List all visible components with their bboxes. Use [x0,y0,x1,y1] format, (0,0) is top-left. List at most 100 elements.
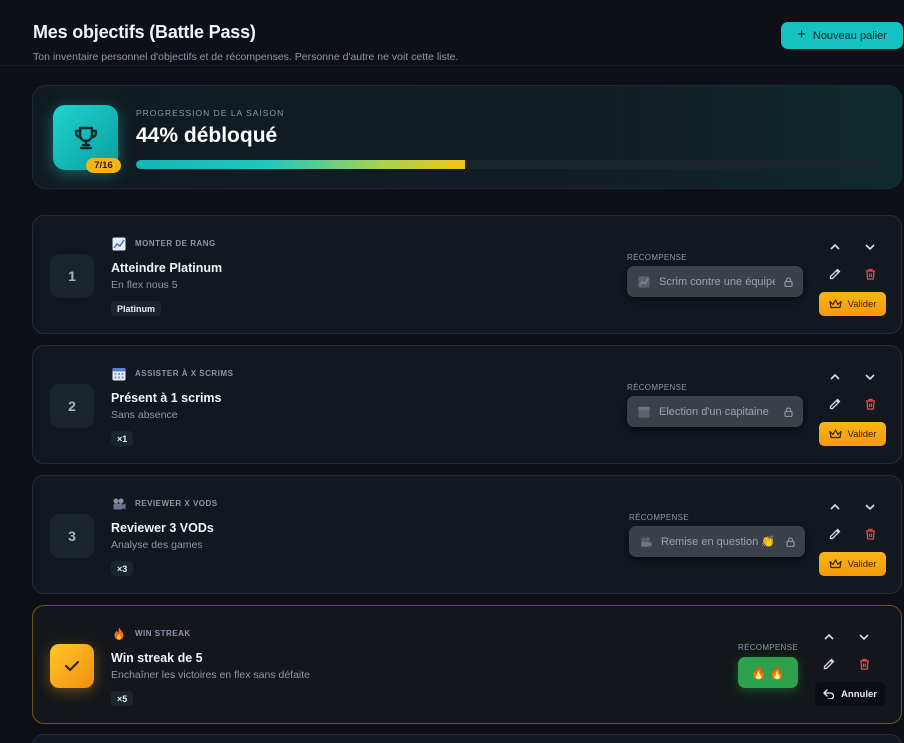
objective-number: 2 [50,384,94,428]
objective-description: Enchaîner les victoires en flex sans déf… [111,669,311,681]
move-down-button[interactable] [863,370,877,384]
objective-card-1: 1 MONTER DE RANG Atteindre Platinum En f… [32,215,902,334]
objective-type-label: ASSISTER À X SCRIMS [135,369,234,378]
validate-label: Valider [847,298,877,310]
objective-type: WIN STREAK [111,626,191,641]
validate-button[interactable]: Valider [819,422,886,446]
progress-bar [136,160,883,169]
chevron-down-icon [859,634,869,640]
objective-description: Sans absence [111,409,178,421]
crown-icon [828,559,842,569]
page-title: Mes objectifs (Battle Pass) [33,22,256,42]
calendar-icon [111,366,126,381]
trash-icon [865,268,875,280]
objective-target-chip: Platinum [111,301,162,316]
reward-unlocked: 🔥 🔥 [738,657,798,688]
chevron-down-icon [865,504,875,510]
trash-icon [859,658,869,670]
trophy-icon [74,126,97,149]
pencil-icon [829,268,841,280]
objective-target-chip: ×5 [111,691,134,706]
reward-locked: Election d'un capitaine [627,396,803,427]
plus-icon: + [797,26,806,43]
validate-button[interactable]: Valider [819,292,886,316]
objective-type-label: MONTER DE RANG [135,239,216,248]
unlocked-count-badge: 7/16 [86,158,121,173]
lock-icon [783,276,793,287]
move-down-button[interactable] [863,500,877,514]
objective-title: Win streak de 5 [111,651,203,665]
progress-value: 44% débloqué [136,124,278,147]
reward-locked: Scrim contre une équipe [627,266,803,297]
page-header: Mes objectifs (Battle Pass) Ton inventai… [33,22,904,63]
reward-label: RÉCOMPENSE [627,383,687,392]
video-camera-icon [639,536,653,548]
reward-label: RÉCOMPENSE [627,253,687,262]
move-up-button[interactable] [822,630,836,644]
calendar-icon [637,406,651,418]
objective-type: REVIEWER X VODS [111,496,218,511]
move-up-button[interactable] [828,370,842,384]
objective-title: Reviewer 3 VODs [111,521,214,535]
chart-line-icon [637,275,651,288]
objective-type: MONTER DE RANG [111,236,216,251]
chevron-down-icon [865,244,875,250]
edit-button[interactable] [828,267,842,281]
objective-type-label: REVIEWER X VODS [135,499,218,508]
season-progress-card: 7/16 PROGRESSION DE LA SAISON 44% débloq… [32,85,902,189]
new-tier-label: Nouveau palier [812,29,887,42]
reward-text: Scrim contre une équipe [659,275,775,288]
check-icon [64,660,80,672]
chevron-up-icon [830,244,840,250]
cancel-button[interactable]: Annuler [815,682,885,706]
reward-label: RÉCOMPENSE [738,643,798,652]
chevron-up-icon [830,374,840,380]
objective-target-chip: ×3 [111,561,134,576]
move-down-button[interactable] [857,630,871,644]
objective-card-2: 2 ASSISTER À X SCRIMS Présent à 1 scrims… [32,345,902,464]
objective-number: 1 [50,254,94,298]
move-up-button[interactable] [828,500,842,514]
delete-button[interactable] [863,527,877,541]
pencil-icon [829,398,841,410]
progress-label: PROGRESSION DE LA SAISON [136,108,285,118]
undo-icon [823,689,835,699]
crown-icon [828,429,842,439]
lock-icon [785,536,795,547]
validate-label: Valider [847,558,877,570]
completed-tile [50,644,94,688]
trash-icon [865,398,875,410]
validate-button[interactable]: Valider [819,552,886,576]
objective-number: 3 [50,514,94,558]
lock-icon [783,406,793,417]
new-tier-button[interactable]: + Nouveau palier [781,22,903,49]
edit-button[interactable] [828,397,842,411]
objective-title: Atteindre Platinum [111,261,223,275]
move-up-button[interactable] [828,240,842,254]
objective-type: ASSISTER À X SCRIMS [111,366,233,381]
objective-title: Présent à 1 scrims [111,391,222,405]
delete-button[interactable] [863,397,877,411]
chart-line-icon [111,236,126,251]
reward-text: 🔥 🔥 [751,665,785,680]
pencil-icon [829,528,841,540]
reward-text: Remise en question 👏 [661,536,775,548]
page-subtitle: Ton inventaire personnel d'objectifs et … [33,51,459,63]
chevron-up-icon [830,504,840,510]
edit-button[interactable] [828,527,842,541]
objective-description: En flex nous 5 [111,279,178,291]
trash-icon [865,528,875,540]
reward-text: Election d'un capitaine [659,405,769,418]
edit-button[interactable] [822,657,836,671]
objective-card-5 [32,734,902,743]
delete-button[interactable] [863,267,877,281]
delete-button[interactable] [857,657,871,671]
move-down-button[interactable] [863,240,877,254]
objective-card-4: WIN STREAK Win streak de 5 Enchaîner les… [32,605,902,724]
objective-description: Analyse des games [111,539,203,551]
reward-label: RÉCOMPENSE [629,513,689,522]
chevron-up-icon [824,634,834,640]
pencil-icon [823,658,835,670]
cancel-label: Annuler [841,688,877,700]
fire-icon [111,626,126,641]
